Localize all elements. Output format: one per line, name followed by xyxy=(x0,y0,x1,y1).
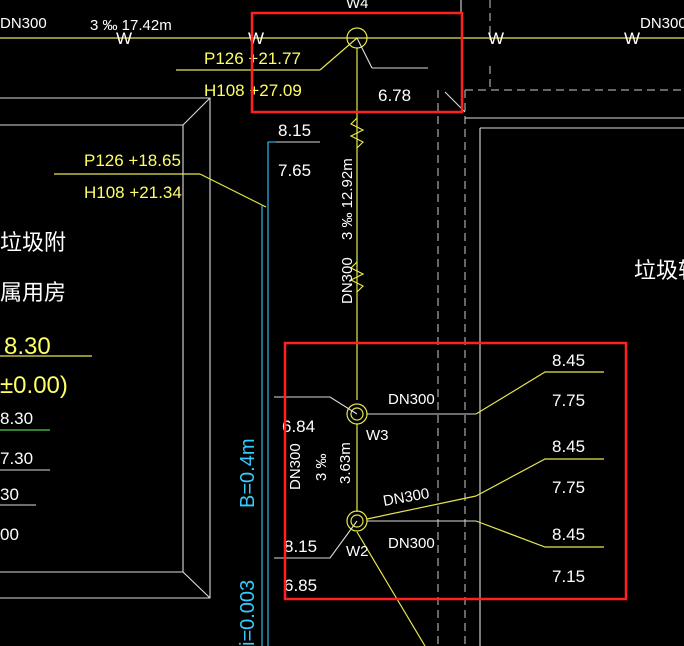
left-callout-p-label: P126 +18.65 xyxy=(84,151,181,170)
top-pipe-size-right: DN300 xyxy=(640,15,684,32)
right-building-name: 垃圾转 xyxy=(634,258,684,283)
manhole-w3-id: W3 xyxy=(366,427,389,444)
relative-level: ±0.00) xyxy=(0,372,68,399)
vertical-pipe-slope-length: 3 ‰ 12.92m xyxy=(339,158,356,240)
left-building: 垃圾附 属用房 8.30 ±0.00) 8.30 7.30 30 00 xyxy=(0,97,211,599)
w3-depth: 6.84 xyxy=(282,417,315,436)
step-level-4: 00 xyxy=(0,525,19,544)
callout-3-top: 8.45 xyxy=(552,525,585,544)
flow-mark-2: W xyxy=(248,29,264,48)
callout-2-bottom: 7.75 xyxy=(552,478,585,497)
w2-branch-size-upper: DN300 xyxy=(382,485,431,510)
left-callout-h-label: H108 +21.34 xyxy=(84,183,182,202)
cad-drawing: 垃圾附 属用房 8.30 ±0.00) 8.30 7.30 30 00 垃圾转 … xyxy=(0,0,684,646)
building-name-line2: 属用房 xyxy=(0,280,66,305)
w4-depth: 6.78 xyxy=(378,86,411,105)
manhole-w4-id: W4 xyxy=(346,0,369,12)
step-level-1: 8.30 xyxy=(0,409,33,428)
flow-mark-4: W xyxy=(624,29,640,48)
flow-mark-3: W xyxy=(488,29,504,48)
callout-1-bottom: 7.75 xyxy=(552,391,585,410)
w2-branch-size-lower: DN300 xyxy=(388,535,435,552)
top-pipe: DN300 3 ‰ 17.42m DN300 W W W W W4 xyxy=(0,0,684,48)
pipe-between-length: 3.63m xyxy=(337,442,354,484)
manhole-w4: P126 +21.77 H108 +27.09 6.78 xyxy=(176,27,428,110)
vertical-pipe-top-elev: 8.15 xyxy=(278,121,311,140)
vertical-pipe-size: DN300 xyxy=(339,257,356,304)
w2-depth: 6.85 xyxy=(284,576,317,595)
callout-2-top: 8.45 xyxy=(552,437,585,456)
step-level-2: 7.30 xyxy=(0,449,33,468)
vertical-pipe-invert-elev: 7.65 xyxy=(278,161,311,180)
left-callout: P126 +18.65 H108 +21.34 xyxy=(54,151,267,208)
callout-1-top: 8.45 xyxy=(552,351,585,370)
callout-3-bottom: 7.15 xyxy=(552,567,585,586)
channel-width: B=0.4m xyxy=(237,439,259,508)
channel-slope: i=0.003 xyxy=(237,580,259,646)
vertical-pipe: 3 ‰ 12.92m DN300 8.15 7.65 xyxy=(268,110,365,400)
pipe-between-slope: 3 ‰ xyxy=(313,453,330,481)
w2-top: 8.15 xyxy=(284,537,317,556)
top-pipe-size-left: DN300 xyxy=(0,15,47,32)
w3-branch-size: DN300 xyxy=(388,391,435,408)
step-level-3: 30 xyxy=(0,485,19,504)
manhole-w2-id: W2 xyxy=(346,543,369,560)
building-name-line1: 垃圾附 xyxy=(0,230,66,255)
lower-section: W3 6.84 DN300 W2 8.15 6.85 DN300 DN300 D… xyxy=(274,351,604,646)
drainage-channel: B=0.4m i=0.003 xyxy=(237,141,276,646)
flow-mark-1: W xyxy=(116,29,132,48)
pipe-between-size: DN300 xyxy=(287,443,304,490)
right-building: 垃圾转 xyxy=(437,0,684,646)
